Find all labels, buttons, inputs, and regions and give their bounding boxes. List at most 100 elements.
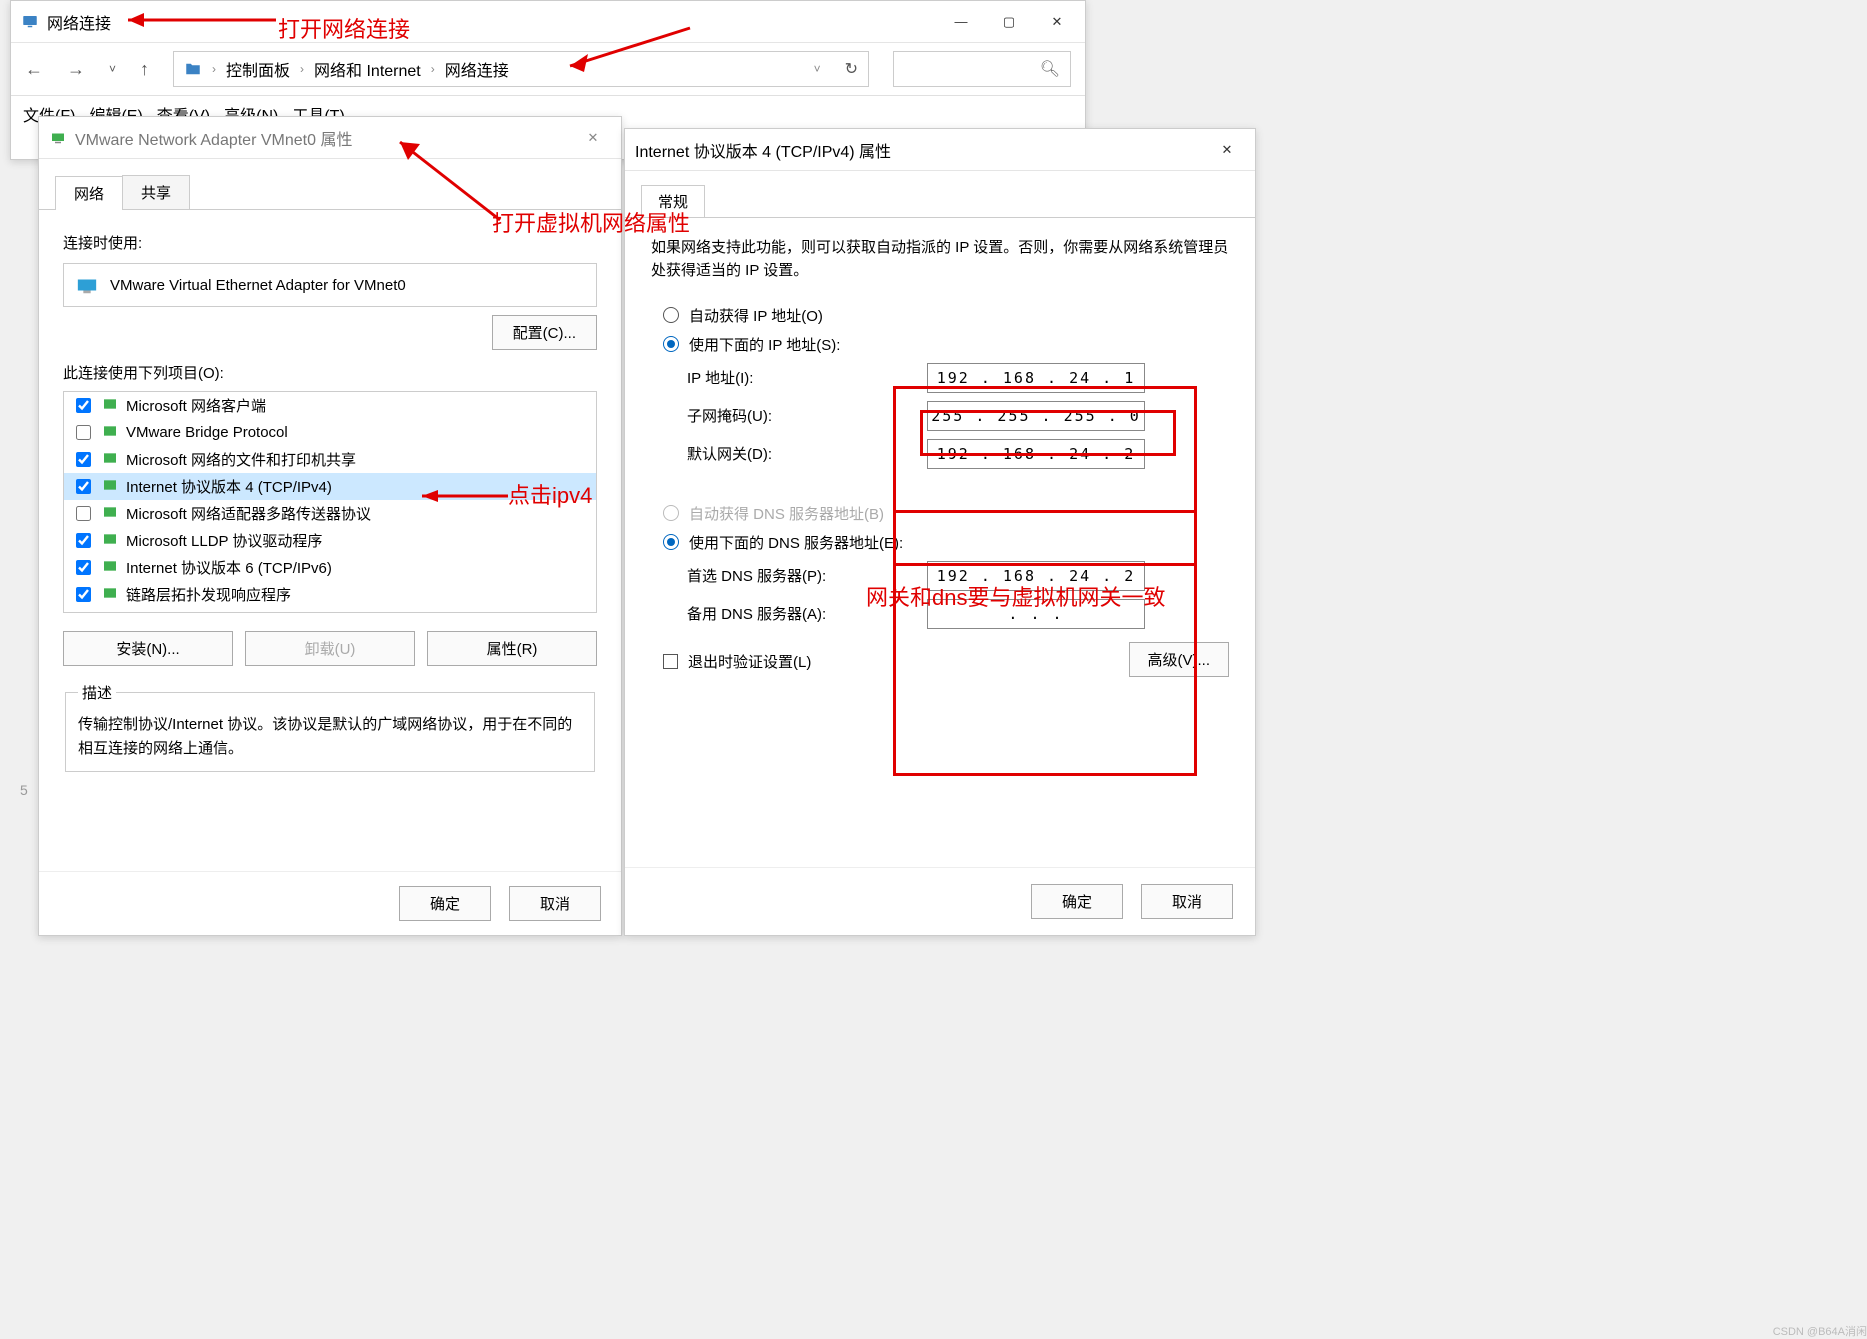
- close-button[interactable]: ✕: [1047, 14, 1067, 30]
- explorer-title: 网络连接: [47, 10, 111, 34]
- item-checkbox[interactable]: [76, 452, 91, 467]
- protocol-icon: [102, 558, 118, 578]
- mask-input[interactable]: 255 . 255 . 255 . 0: [927, 401, 1145, 431]
- chevron-down-icon[interactable]: ˅: [814, 62, 821, 76]
- protocol-icon: [102, 585, 118, 605]
- item-text: Microsoft 网络客户端: [126, 395, 266, 416]
- tab-share[interactable]: 共享: [122, 175, 190, 209]
- tab-network[interactable]: 网络: [55, 176, 123, 210]
- radio-label: 使用下面的 IP 地址(S):: [689, 334, 840, 355]
- item-checkbox[interactable]: [76, 398, 91, 413]
- ipv4-titlebar: Internet 协议版本 4 (TCP/IPv4) 属性 ✕: [625, 129, 1255, 171]
- ip-input[interactable]: 192 . 168 . 24 . 1: [927, 363, 1145, 393]
- props-titlebar: VMware Network Adapter VMnet0 属性 ✕: [39, 117, 621, 159]
- use-items-label: 此连接使用下列项目(O):: [63, 362, 597, 383]
- connect-using-label: 连接时使用:: [63, 232, 597, 253]
- item-text: Microsoft LLDP 协议驱动程序: [126, 530, 322, 551]
- item-checkbox[interactable]: [76, 506, 91, 521]
- adapter-icon: [49, 129, 67, 147]
- protocol-icon: [102, 396, 118, 416]
- protocol-icon: [102, 504, 118, 524]
- chevron-right-icon: ›: [212, 62, 216, 76]
- gateway-input[interactable]: 192 . 168 . 24 . 2: [927, 439, 1145, 469]
- ipv4-properties-dialog: Internet 协议版本 4 (TCP/IPv4) 属性 ✕ 常规 如果网络支…: [624, 128, 1256, 936]
- breadcrumb-1[interactable]: 网络和 Internet: [314, 57, 421, 81]
- radio-use-dns[interactable]: 使用下面的 DNS 服务器地址(E):: [663, 532, 1229, 553]
- bg-number: 5: [20, 782, 28, 798]
- properties-button[interactable]: 属性(R): [427, 631, 597, 666]
- configure-button[interactable]: 配置(C)...: [492, 315, 597, 350]
- window-controls: ✕: [583, 130, 611, 146]
- window-controls: ✕: [1217, 142, 1245, 158]
- maximize-button[interactable]: ▢: [999, 14, 1019, 30]
- item-text: Microsoft 网络的文件和打印机共享: [126, 449, 356, 470]
- validate-label: 退出时验证设置(L): [688, 651, 811, 672]
- close-button[interactable]: ✕: [583, 130, 603, 146]
- adapter-name: VMware Virtual Ethernet Adapter for VMne…: [110, 277, 406, 294]
- tab-general[interactable]: 常规: [641, 185, 705, 217]
- close-button[interactable]: ✕: [1217, 142, 1237, 158]
- radio-label: 自动获得 IP 地址(O): [689, 305, 823, 326]
- ipv4-description: 如果网络支持此功能，则可以获取自动指派的 IP 设置。否则，你需要从网络系统管理…: [651, 236, 1229, 283]
- list-item[interactable]: Microsoft 网络适配器多路传送器协议: [64, 500, 596, 527]
- nic-icon: [76, 274, 98, 296]
- props-tabs: 网络 共享: [39, 159, 621, 210]
- radio-icon-checked: [663, 534, 679, 550]
- advanced-button[interactable]: 高级(V)...: [1129, 642, 1230, 677]
- dns1-input[interactable]: 192 . 168 . 24 . 2: [927, 561, 1145, 591]
- radio-icon: [663, 307, 679, 323]
- item-text: 链路层拓扑发现响应程序: [126, 584, 291, 605]
- dns2-input[interactable]: . . .: [927, 599, 1145, 629]
- protocol-icon: [102, 531, 118, 551]
- item-checkbox[interactable]: [76, 479, 91, 494]
- chevron-right-icon: ›: [300, 62, 304, 76]
- description-group: 描述 传输控制协议/Internet 协议。该协议是默认的广域网络协议，用于在不…: [65, 682, 595, 772]
- install-button[interactable]: 安装(N)...: [63, 631, 233, 666]
- minimize-button[interactable]: —: [951, 14, 971, 30]
- dns2-label: 备用 DNS 服务器(A):: [687, 603, 927, 624]
- radio-auto-dns: 自动获得 DNS 服务器地址(B): [663, 503, 1229, 524]
- window-controls: — ▢ ✕: [951, 14, 1075, 30]
- item-checkbox[interactable]: [76, 425, 91, 440]
- cancel-button[interactable]: 取消: [1141, 884, 1233, 919]
- folder-icon: [184, 60, 202, 78]
- breadcrumb-2[interactable]: 网络连接: [445, 57, 509, 81]
- ip-label: IP 地址(I):: [687, 367, 927, 388]
- back-button[interactable]: ←: [25, 59, 43, 80]
- list-item[interactable]: 链路层拓扑发现响应程序: [64, 581, 596, 608]
- ok-button[interactable]: 确定: [399, 886, 491, 921]
- watermark: CSDN @B64A消闲: [1773, 1323, 1867, 1339]
- forward-button[interactable]: →: [67, 59, 85, 80]
- radio-use-ip[interactable]: 使用下面的 IP 地址(S):: [663, 334, 1229, 355]
- list-item[interactable]: Microsoft 网络客户端: [64, 392, 596, 419]
- explorer-titlebar: 网络连接 — ▢ ✕: [11, 1, 1085, 43]
- radio-label: 使用下面的 DNS 服务器地址(E):: [689, 532, 903, 553]
- radio-icon-checked: [663, 336, 679, 352]
- adapter-properties-dialog: VMware Network Adapter VMnet0 属性 ✕ 网络 共享…: [38, 116, 622, 936]
- list-item[interactable]: Internet 协议版本 6 (TCP/IPv6): [64, 554, 596, 581]
- radio-auto-ip[interactable]: 自动获得 IP 地址(O): [663, 305, 1229, 326]
- search-box[interactable]: 🔍︎: [893, 51, 1071, 87]
- search-icon: 🔍︎: [1040, 59, 1060, 79]
- ipv4-tabs: 常规: [625, 171, 1255, 218]
- item-checkbox[interactable]: [76, 587, 91, 602]
- list-item[interactable]: Microsoft LLDP 协议驱动程序: [64, 527, 596, 554]
- list-item[interactable]: Internet 协议版本 4 (TCP/IPv4): [64, 473, 596, 500]
- list-item[interactable]: VMware Bridge Protocol: [64, 419, 596, 446]
- dropdown-arrow[interactable]: ˅: [109, 62, 116, 76]
- address-bar[interactable]: › 控制面板 › 网络和 Internet › 网络连接 ˅ ↻: [173, 51, 869, 87]
- item-checkbox[interactable]: [76, 560, 91, 575]
- cancel-button[interactable]: 取消: [509, 886, 601, 921]
- ok-button[interactable]: 确定: [1031, 884, 1123, 919]
- refresh-button[interactable]: ↻: [845, 59, 858, 79]
- uninstall-button: 卸载(U): [245, 631, 415, 666]
- list-item[interactable]: Microsoft 网络的文件和打印机共享: [64, 446, 596, 473]
- protocol-icon: [102, 477, 118, 497]
- items-list[interactable]: Microsoft 网络客户端 VMware Bridge Protocol Mic…: [63, 391, 597, 613]
- explorer-navbar: ← → ˅ ↑ › 控制面板 › 网络和 Internet › 网络连接 ˅ ↻…: [11, 43, 1085, 96]
- breadcrumb-0[interactable]: 控制面板: [226, 57, 290, 81]
- item-checkbox[interactable]: [76, 533, 91, 548]
- description-label: 描述: [78, 682, 116, 703]
- up-button[interactable]: ↑: [140, 59, 149, 80]
- gateway-label: 默认网关(D):: [687, 443, 927, 464]
